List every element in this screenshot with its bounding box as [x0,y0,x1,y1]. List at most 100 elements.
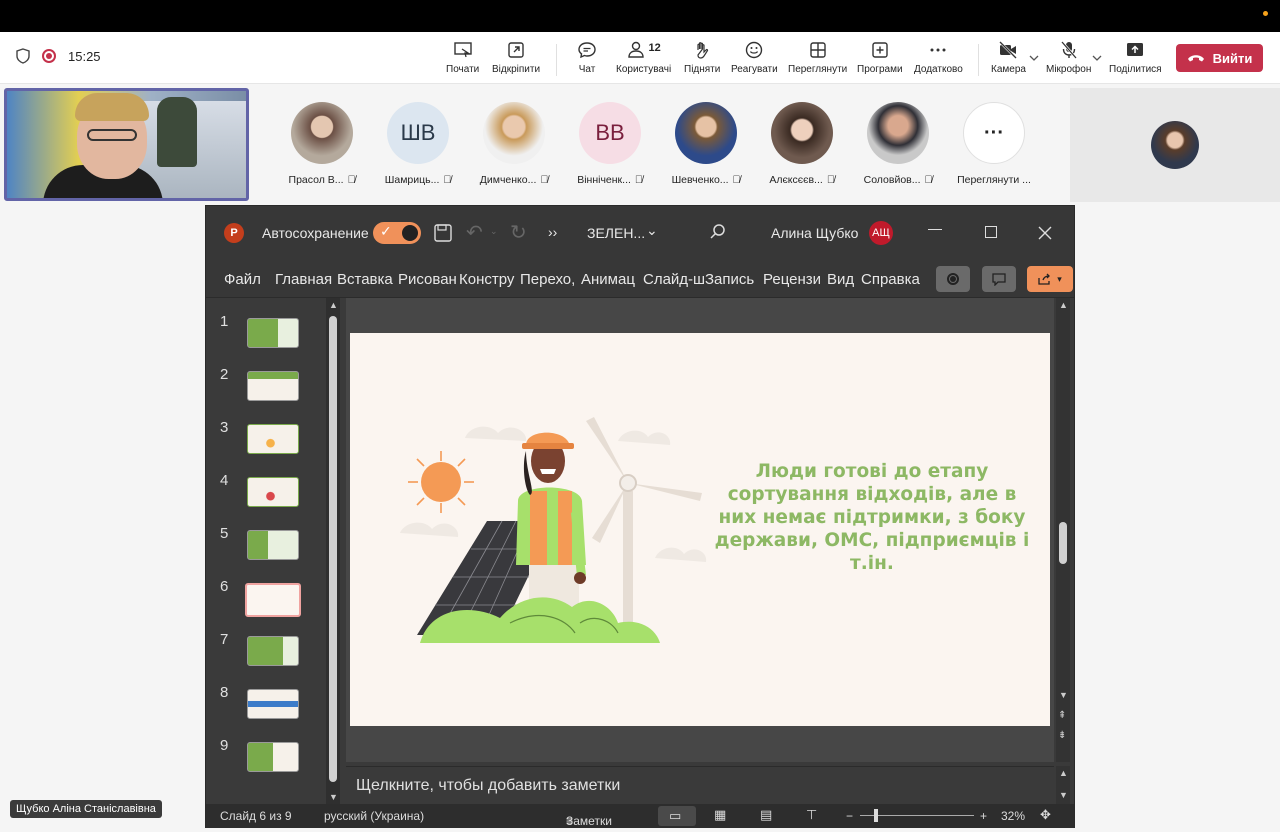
slide-thumbnail[interactable] [247,477,299,507]
tab-insert[interactable]: Вставка [337,271,393,288]
participant-tile[interactable]: Соловйов... 🎙̸ [858,102,938,186]
view-more-participants[interactable]: ··· Переглянути ... [954,102,1034,186]
participant-tile[interactable]: Димченко... 🎙̸ [474,102,554,186]
raise-hand-button[interactable]: Підняти [684,40,720,75]
record-icon [947,273,959,285]
recording-indicator-dot [1263,11,1268,16]
user-avatar[interactable]: АЩ [869,221,893,245]
minimize-icon[interactable] [928,229,942,230]
zoom-level[interactable]: 32% [1001,809,1025,823]
raise-hand-icon [697,42,709,59]
avatar [1151,121,1199,169]
tab-view[interactable]: Вид [827,271,854,288]
participant-tile[interactable]: Шевченко... 🎙̸ [666,102,746,186]
normal-view-icon: ▭ [669,808,682,823]
maximize-icon[interactable] [985,226,997,238]
thumbnails-scrollbar[interactable]: ▲ ▼ [326,298,340,804]
zoom-out-icon[interactable]: − [846,809,853,823]
slide-thumbnail[interactable] [247,530,299,560]
chevron-down-icon[interactable]: ⌄ [646,222,658,239]
leave-button[interactable]: Вийти [1176,44,1263,72]
reading-view-icon[interactable]: ▤ [760,807,772,823]
people-count: 12 [648,42,661,54]
presenter-hair [75,93,149,121]
mic-muted-icon: 🎙̸ [924,174,933,186]
tab-transitions[interactable]: Перехо, [520,271,575,288]
share-screen-icon [1127,43,1144,56]
people-button[interactable]: 12 Користувачі [616,40,671,75]
redo-icon[interactable]: ↻ [510,220,527,245]
undo-dropdown-icon[interactable]: ⌄ [490,226,498,237]
slide-thumbnail[interactable] [247,371,299,401]
tab-slideshow[interactable]: Слайд-ш [643,271,705,288]
fit-to-window-icon[interactable]: ✥ [1040,807,1051,823]
avatar: ВВ [579,102,641,164]
slide-counter: Слайд 6 из 9 [220,809,292,823]
shield-icon[interactable] [16,48,30,64]
slide-thumbnail[interactable] [247,318,299,348]
mic-off-icon [1060,41,1077,59]
slide-thumbnail-selected[interactable] [245,583,301,617]
current-slide[interactable]: Люди готові до етапу сортування відходів… [350,333,1050,726]
slide-thumbnail[interactable] [247,689,299,719]
tab-animations[interactable]: Анимац [581,271,635,288]
self-video-tile[interactable] [4,88,249,201]
record-button[interactable] [936,266,970,292]
slide-vertical-scrollbar[interactable]: ▲ ▼ ⇞ ⇟ [1056,298,1070,762]
mic-muted-icon: 🎙̸ [732,174,741,186]
autosave-toggle[interactable]: ✓ [373,222,421,244]
previous-slide-icon: ⇞ [1058,710,1067,721]
pinned-participant-tile[interactable] [1070,88,1280,202]
undo-icon[interactable]: ↶ [466,220,483,245]
close-icon[interactable] [1038,226,1052,240]
share-button[interactable]: Поділитися [1109,40,1162,75]
toolbar-divider [978,44,979,76]
microphone-button[interactable]: Мікрофон [1046,40,1091,75]
slide-thumbnail[interactable] [247,424,299,454]
notes-pane[interactable]: Щелкните, чтобы добавить заметки [346,766,1054,804]
participant-tile[interactable]: Алєксєєв... 🎙̸ [762,102,842,186]
zoom-in-icon[interactable]: + [980,809,987,823]
slide-thumbnails-pane: 1 2 3 4 5 6 7 8 9 ▲ ▼ [206,298,342,804]
share-ppt-button[interactable]: ▾ [1027,266,1073,292]
start-button[interactable]: Почати [446,40,479,75]
popout-icon [508,42,524,58]
participant-tile[interactable]: ШВ Шамриць... 🎙̸ [378,102,458,186]
popout-button[interactable]: Відкріпити [492,40,540,75]
tab-record[interactable]: Запись [705,271,754,288]
document-name[interactable]: ЗЕЛЕН... [587,225,645,241]
language-indicator[interactable]: русский (Украина) [324,809,424,823]
tab-draw[interactable]: Рисован [398,271,457,288]
apps-button[interactable]: Програми [857,40,903,75]
tab-file[interactable]: Файл [224,271,261,288]
tab-design[interactable]: Констру [459,271,514,288]
tab-home[interactable]: Главная [275,271,332,288]
recording-icon [42,49,56,63]
slide-text[interactable]: Люди готові до етапу сортування відходів… [714,460,1030,575]
chat-button[interactable]: Чат [577,40,597,75]
people-icon [628,41,645,58]
search-icon[interactable] [709,223,727,241]
avatar [483,102,545,164]
avatar [291,102,353,164]
notes-scrollbar[interactable]: ▲ ▼ [1056,766,1070,804]
participant-tile[interactable]: ВВ Вінніченк... 🎙̸ [570,102,650,186]
slide-thumbnail[interactable] [247,742,299,772]
mic-options-chevron-icon[interactable] [1092,54,1102,62]
tab-review[interactable]: Рецензи [763,271,821,288]
zoom-slider-thumb[interactable] [874,809,878,822]
slide-thumbnail[interactable] [247,636,299,666]
view-button[interactable]: Переглянути [788,40,847,75]
tab-help[interactable]: Справка [861,271,920,288]
slideshow-icon[interactable]: ⊤ [806,807,817,823]
meeting-toolbar: 15:25 Почати Відкріпити Чат 12 Користува… [0,32,1280,84]
more-button[interactable]: Додатково [914,40,963,75]
camera-button[interactable]: Камера [991,40,1026,75]
slide-sorter-icon[interactable]: ▦ [714,807,726,823]
comments-button[interactable] [982,266,1016,292]
camera-options-chevron-icon[interactable] [1029,54,1039,62]
save-icon[interactable] [434,224,452,242]
participant-tile[interactable]: Прасол В... 🎙̸ [282,102,362,186]
react-button[interactable]: Реагувати [731,40,778,75]
overflow-icon[interactable]: ›› [548,224,557,240]
